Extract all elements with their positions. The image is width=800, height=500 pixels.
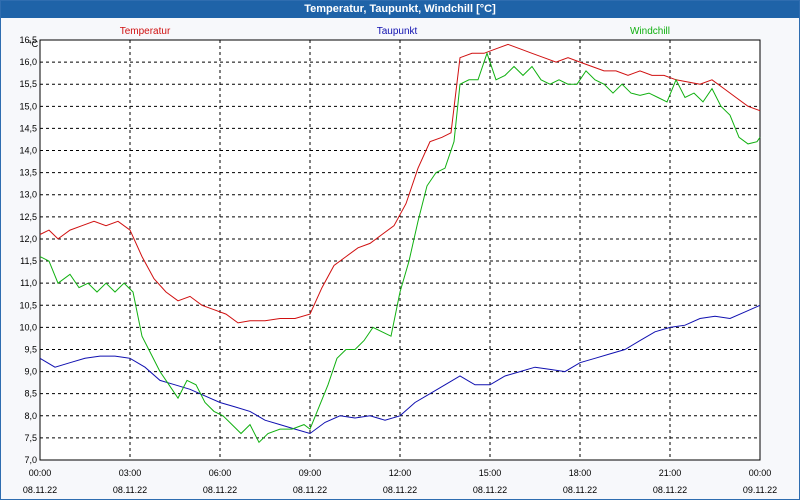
y-tick-label: 10,0 bbox=[19, 322, 37, 332]
legend-item-taupunkt: Taupunkt bbox=[377, 26, 418, 37]
x-tick-date: 08.11.22 bbox=[113, 485, 147, 495]
x-tick-time: 03:00 bbox=[119, 468, 142, 478]
y-axis-unit: °C bbox=[28, 39, 39, 49]
x-tick-time: 00:00 bbox=[29, 468, 52, 478]
x-tick-date: 08.11.22 bbox=[473, 485, 507, 495]
y-tick-label: 15,5 bbox=[19, 79, 37, 89]
y-tick-label: 11,0 bbox=[20, 278, 37, 288]
x-tick-date: 08.11.22 bbox=[23, 485, 57, 495]
y-tick-label: 11,5 bbox=[20, 256, 37, 266]
y-tick-label: 7,5 bbox=[24, 433, 37, 443]
x-tick-time: 12:00 bbox=[389, 468, 412, 478]
y-tick-label: 8,5 bbox=[24, 389, 37, 399]
x-axis: 00:00 08.11.22 03:00 08.11.22 06:00 08.11.22 0… bbox=[23, 468, 777, 495]
grid bbox=[40, 40, 760, 460]
legend: Temperatur Taupunkt Windchill bbox=[120, 26, 670, 37]
y-tick-label: 9,0 bbox=[24, 367, 37, 377]
x-tick-time: 06:00 bbox=[209, 468, 232, 478]
x-tick-date: 09.11.22 bbox=[743, 485, 777, 495]
y-tick-label: 7,0 bbox=[24, 455, 37, 465]
line-chart: 16,516,015,515,014,514,013,513,012,512,0… bbox=[19, 26, 777, 495]
y-tick-label: 10,5 bbox=[19, 300, 37, 310]
y-tick-label: 14,5 bbox=[19, 123, 37, 133]
x-tick-date: 08.11.22 bbox=[203, 485, 237, 495]
x-tick-time: 15:00 bbox=[479, 468, 502, 478]
y-tick-label: 16,0 bbox=[19, 57, 37, 67]
y-tick-label: 12,0 bbox=[19, 234, 37, 244]
legend-item-temperatur: Temperatur bbox=[120, 26, 171, 37]
y-axis: 16,516,015,515,014,514,013,513,012,512,0… bbox=[19, 35, 37, 465]
x-tick-date: 08.11.22 bbox=[383, 485, 417, 495]
x-tick-time: 18:00 bbox=[569, 468, 592, 478]
x-tick-date: 08.11.22 bbox=[653, 485, 687, 495]
x-tick-time: 09:00 bbox=[299, 468, 322, 478]
y-tick-label: 9,5 bbox=[24, 344, 37, 354]
x-tick-date: 08.11.22 bbox=[563, 485, 597, 495]
y-tick-label: 13,0 bbox=[19, 190, 37, 200]
y-tick-label: 8,0 bbox=[24, 411, 37, 421]
y-tick-label: 14,0 bbox=[19, 146, 37, 156]
y-tick-label: 15,0 bbox=[19, 101, 37, 111]
x-tick-time: 00:00 bbox=[749, 468, 772, 478]
x-tick-date: 08.11.22 bbox=[293, 485, 327, 495]
y-tick-label: 12,5 bbox=[19, 212, 37, 222]
y-tick-label: 13,5 bbox=[19, 168, 37, 178]
legend-item-windchill: Windchill bbox=[630, 26, 670, 37]
x-tick-time: 21:00 bbox=[659, 468, 682, 478]
